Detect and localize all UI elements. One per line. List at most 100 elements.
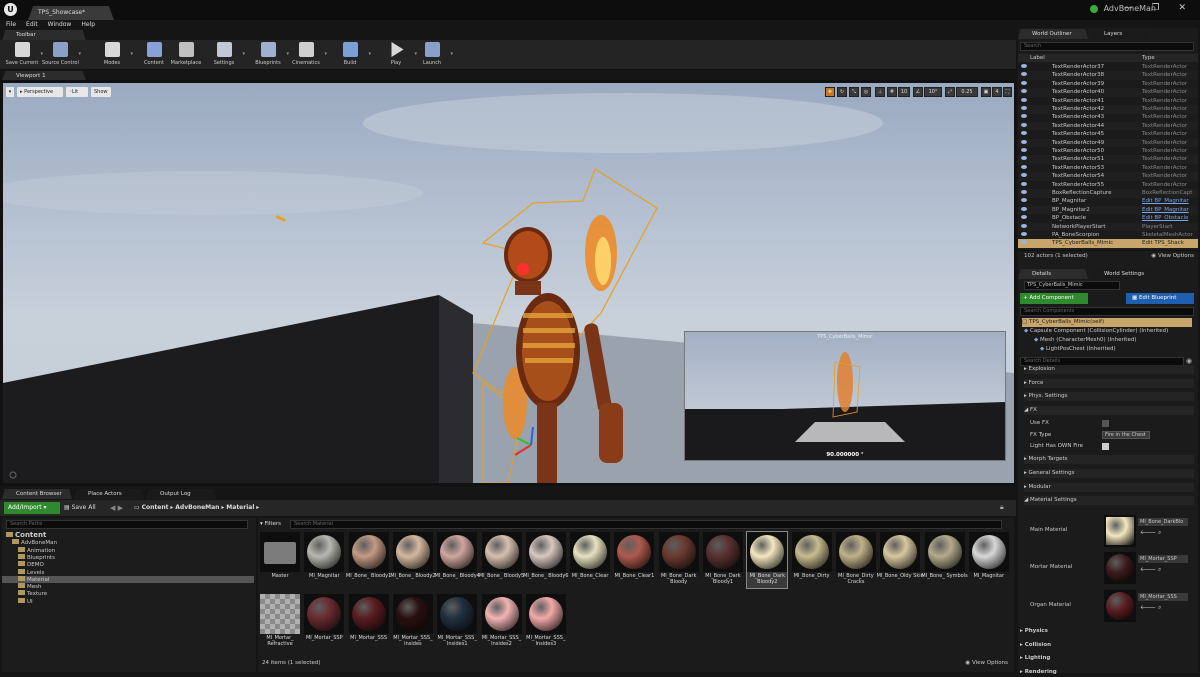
asset-tile[interactable]: MI_Bone_ Bloody5 <box>479 532 524 588</box>
visibility-eye-icon[interactable] <box>1021 215 1027 220</box>
breadcrumb-item[interactable]: Content <box>142 504 169 511</box>
cinematics-button[interactable]: Cinematics ▾ <box>288 40 327 70</box>
visibility-eye-icon[interactable] <box>1021 223 1027 228</box>
visibility-eye-icon[interactable] <box>1021 232 1027 236</box>
content-button[interactable]: Content <box>136 40 172 70</box>
unreal-logo-icon[interactable]: U <box>4 3 17 16</box>
add-component-button[interactable]: + Add Component <box>1020 293 1088 304</box>
outliner-row[interactable]: BoxReflectionCapture BoxReflectionCapt <box>1018 189 1198 198</box>
details-category[interactable]: ▸ Rendering <box>1020 668 1194 677</box>
asset-tile[interactable]: MI_Bone_ Bloody2 <box>390 532 436 588</box>
tab-place-actors[interactable]: Place Actors <box>74 489 144 499</box>
details-category[interactable]: ▸ Collision <box>1020 641 1194 650</box>
level-viewport[interactable]: ▾ ▸ Perspective ◦Lit Show ✥ ↻ ⤡ ◎ ⊥ # 10… <box>3 83 1014 483</box>
save-all-button[interactable]: ▤ Save All <box>64 502 104 514</box>
outliner-row[interactable]: TextRenderActor42 TextRenderActor <box>1018 105 1198 114</box>
asset-tile[interactable]: MI_Magnitar <box>304 532 345 588</box>
edit-blueprint-button[interactable]: ▦ Edit Blueprint <box>1126 293 1194 304</box>
folder-tree-item[interactable]: Material <box>2 575 254 583</box>
asset-tile[interactable]: MI_Mortar_SSS <box>348 594 389 650</box>
camera-preview-window[interactable]: TPS_CyberBalls_Mimic 90.000000 ° <box>684 331 1006 461</box>
material-picker-dropdown[interactable]: MI_Mortar_SSS <box>1138 592 1188 601</box>
folder-tree-item[interactable]: Mesh <box>2 583 254 590</box>
asset-tile[interactable]: MI_Bone_ Symbols <box>921 532 968 588</box>
history-nav-icon[interactable]: ◀ ▶ <box>110 502 123 514</box>
visibility-eye-icon[interactable] <box>1021 181 1027 186</box>
save-current-button[interactable]: Save Current ▾ <box>4 40 43 70</box>
search-paths-input[interactable]: Search Paths <box>6 520 248 529</box>
window-controls[interactable]: — ❐ ✕ <box>1124 3 1194 13</box>
dropdown-arrow-icon[interactable]: ▾ <box>130 51 133 57</box>
asset-tile[interactable]: MI_Bone_Oldy Skin <box>877 532 924 588</box>
folder-tree-item[interactable]: UI <box>2 597 254 605</box>
outliner-row[interactable]: TextRenderActor50 TextRenderActor <box>1018 147 1198 156</box>
folder-tree-item[interactable]: Blueprints <box>2 553 254 561</box>
outliner-row[interactable]: BP_Magnitar Edit BP_Magnitar <box>1018 197 1198 206</box>
marketplace-button[interactable]: Marketplace <box>168 40 204 70</box>
dropdown-arrow-icon[interactable]: ▾ <box>78 51 81 57</box>
asset-tile[interactable]: Master <box>260 532 300 588</box>
surface-snap-icon[interactable]: ⊥ <box>875 87 885 97</box>
asset-tile[interactable]: MI_Bone_Dirty <box>791 532 832 588</box>
dropdown-arrow-icon[interactable]: ▾ <box>368 51 371 57</box>
visibility-eye-icon[interactable] <box>1021 139 1027 144</box>
visibility-eye-icon[interactable] <box>1021 89 1027 94</box>
asset-tile[interactable]: MI_Bone_Dark Bloody1 <box>703 532 743 588</box>
visibility-eye-icon[interactable] <box>1021 131 1027 136</box>
lock-icon[interactable]: 🔒︎ <box>1000 503 1010 513</box>
asset-tile[interactable]: MI_Bone_Clear <box>570 532 611 588</box>
folder-tree-item[interactable]: AdvBoneMan <box>2 539 254 546</box>
actor-type[interactable]: Edit BP_Magnitar <box>1142 206 1189 215</box>
details-visibility-icon[interactable]: ◉ <box>1186 357 1192 365</box>
coordinate-space-icon[interactable]: ◎ <box>861 87 871 97</box>
outliner-row[interactable]: TextRenderActor49 TextRenderActor <box>1018 138 1198 148</box>
component-item[interactable]: ▢ TPS_CyberBalls_Mimic(self) <box>1022 318 1192 327</box>
asset-tile[interactable]: MI_Mortar_SSS_ Insides1 <box>437 594 478 650</box>
visibility-eye-icon[interactable] <box>1021 64 1027 68</box>
visibility-eye-icon[interactable] <box>1021 106 1027 110</box>
visibility-eye-icon[interactable] <box>1021 114 1027 119</box>
tab-world-outliner[interactable]: World Outliner <box>1018 29 1088 39</box>
outliner-view-options[interactable]: ◉ View Options <box>1151 251 1194 261</box>
visibility-eye-icon[interactable] <box>1021 240 1027 245</box>
use-selected-arrow-icon[interactable]: 🡐 ⌕ <box>1140 566 1161 574</box>
folder-tree-item[interactable]: DEMO <box>2 561 254 568</box>
actor-name-field[interactable]: TPS_CyberBalls_Mimic <box>1024 281 1120 290</box>
viewport-options-dropdown[interactable]: ▾ <box>6 87 14 97</box>
tab-layers[interactable]: Layers <box>1090 29 1150 39</box>
perspective-button[interactable]: ▸ Perspective <box>17 87 63 97</box>
outliner-row[interactable]: TextRenderActor51 TextRenderActor <box>1018 155 1198 164</box>
menu-item-edit[interactable]: Edit <box>26 20 38 30</box>
tab-toolbar[interactable]: Toolbar <box>2 30 86 40</box>
outliner-row[interactable]: TextRenderActor53 TextRenderActor <box>1018 164 1198 173</box>
rotation-snap-value[interactable]: 10° <box>924 87 942 97</box>
visibility-eye-icon[interactable] <box>1021 164 1027 169</box>
details-category[interactable]: ▸ General Settings <box>1024 469 1194 478</box>
visibility-eye-icon[interactable] <box>1021 198 1027 203</box>
details-category[interactable]: ▸ Physics <box>1020 627 1194 636</box>
breadcrumb-separator-icon[interactable]: ▸ <box>254 504 259 511</box>
outliner-row[interactable]: TPS_CyberBalls_Mimic Edit TPS_Shack <box>1018 239 1198 248</box>
outliner-row[interactable]: TextRenderActor37 TextRenderActor <box>1018 63 1198 72</box>
tab-world-settings[interactable]: World Settings <box>1090 269 1160 279</box>
light-own-fire-checkbox[interactable] <box>1102 443 1109 451</box>
label-column-header[interactable]: Label <box>1030 54 1045 62</box>
folder-tree-item[interactable]: Content <box>2 532 254 539</box>
component-item[interactable]: ◆ LightPosChest (Inherited) <box>1040 345 1200 354</box>
rotation-snap-icon[interactable]: ∠ <box>913 87 923 97</box>
details-category[interactable]: ▸ Phys. Settings <box>1024 392 1194 402</box>
actor-type[interactable]: Edit BP_Obstacle <box>1142 214 1188 223</box>
outliner-row[interactable]: NetworkPlayerStart PlayerStart <box>1018 222 1198 232</box>
asset-tile[interactable]: MI_Mortar_ Refractive <box>260 594 300 650</box>
visibility-eye-icon[interactable] <box>1021 80 1027 85</box>
modes-button[interactable]: Modes ▾ <box>94 40 133 70</box>
visibility-eye-icon[interactable] <box>1021 156 1027 161</box>
visibility-eye-icon[interactable] <box>1021 173 1027 178</box>
asset-tile[interactable]: MI_Bone_ Bloody6 <box>523 532 568 588</box>
details-category[interactable]: ▸ Lighting <box>1020 654 1194 663</box>
camera-speed-icon[interactable]: ▣ <box>981 87 991 97</box>
visibility-eye-icon[interactable] <box>1021 97 1027 102</box>
asset-tile[interactable]: MI_Mortar_SSS_ Insides3 <box>525 594 566 650</box>
visibility-eye-icon[interactable] <box>1021 72 1027 77</box>
visibility-eye-icon[interactable] <box>1021 206 1027 211</box>
